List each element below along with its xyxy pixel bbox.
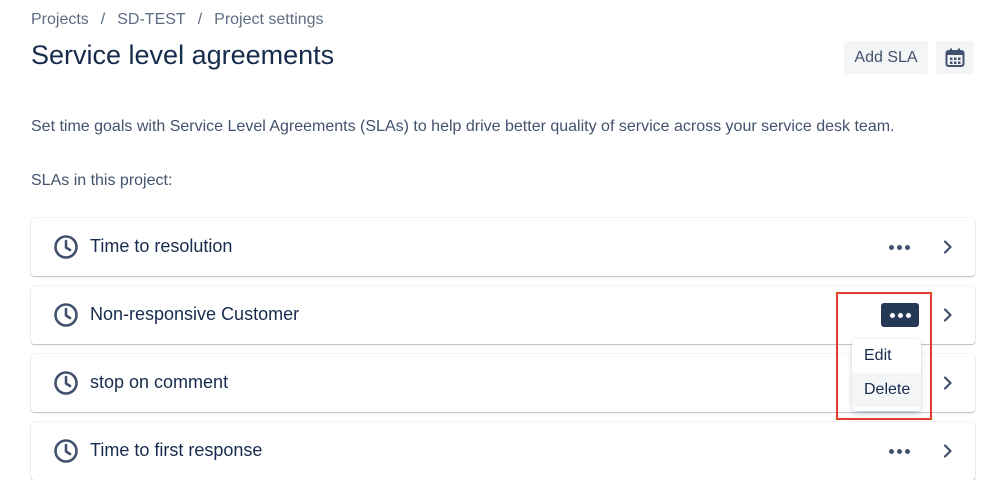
more-icon — [888, 448, 910, 454]
menu-item-edit[interactable]: Edit — [852, 339, 921, 373]
breadcrumb-separator: / — [100, 11, 106, 28]
breadcrumb-project-settings[interactable]: Project settings — [214, 11, 323, 29]
sla-name: Time to first response — [90, 440, 263, 460]
expand-button[interactable] — [937, 235, 959, 259]
sla-card[interactable]: Non-responsive Customer — [31, 286, 975, 344]
expand-button[interactable] — [937, 439, 959, 463]
clock-icon — [54, 235, 78, 259]
expand-button[interactable] — [937, 303, 959, 327]
more-actions-button[interactable] — [879, 234, 919, 260]
more-icon — [889, 312, 911, 318]
add-sla-button[interactable]: Add SLA — [844, 41, 928, 74]
breadcrumb: Projects / SD-TEST / Project settings — [31, 11, 324, 29]
sla-name: stop on comment — [90, 372, 229, 392]
breadcrumb-separator: / — [197, 11, 203, 28]
more-actions-button[interactable] — [881, 303, 919, 327]
menu-item-delete[interactable]: Delete — [852, 373, 921, 407]
clock-icon — [54, 371, 78, 395]
calendar-button[interactable] — [936, 41, 974, 74]
sla-card[interactable]: Time to first response — [31, 422, 975, 480]
chevron-right-icon — [943, 240, 952, 254]
clock-icon — [54, 303, 78, 327]
calendar-icon — [945, 48, 965, 67]
clock-icon — [54, 439, 78, 463]
page-title: Service level agreements — [31, 40, 335, 70]
chevron-right-icon — [943, 376, 952, 390]
sla-list-heading: SLAs in this project: — [31, 172, 173, 189]
chevron-right-icon — [943, 308, 952, 322]
more-icon — [888, 244, 910, 250]
sla-actions-menu: Edit Delete — [852, 339, 921, 411]
breadcrumb-projects[interactable]: Projects — [31, 11, 89, 29]
sla-card[interactable]: Time to resolution — [31, 218, 975, 276]
sla-card[interactable]: stop on comment — [31, 354, 975, 412]
sla-name: Non-responsive Customer — [90, 304, 300, 324]
breadcrumb-project[interactable]: SD-TEST — [117, 11, 185, 29]
sla-name: Time to resolution — [90, 236, 233, 256]
page-description: Set time goals with Service Level Agreem… — [31, 118, 895, 135]
chevron-right-icon — [943, 444, 952, 458]
expand-button[interactable] — [937, 371, 959, 395]
more-actions-button[interactable] — [879, 438, 919, 464]
